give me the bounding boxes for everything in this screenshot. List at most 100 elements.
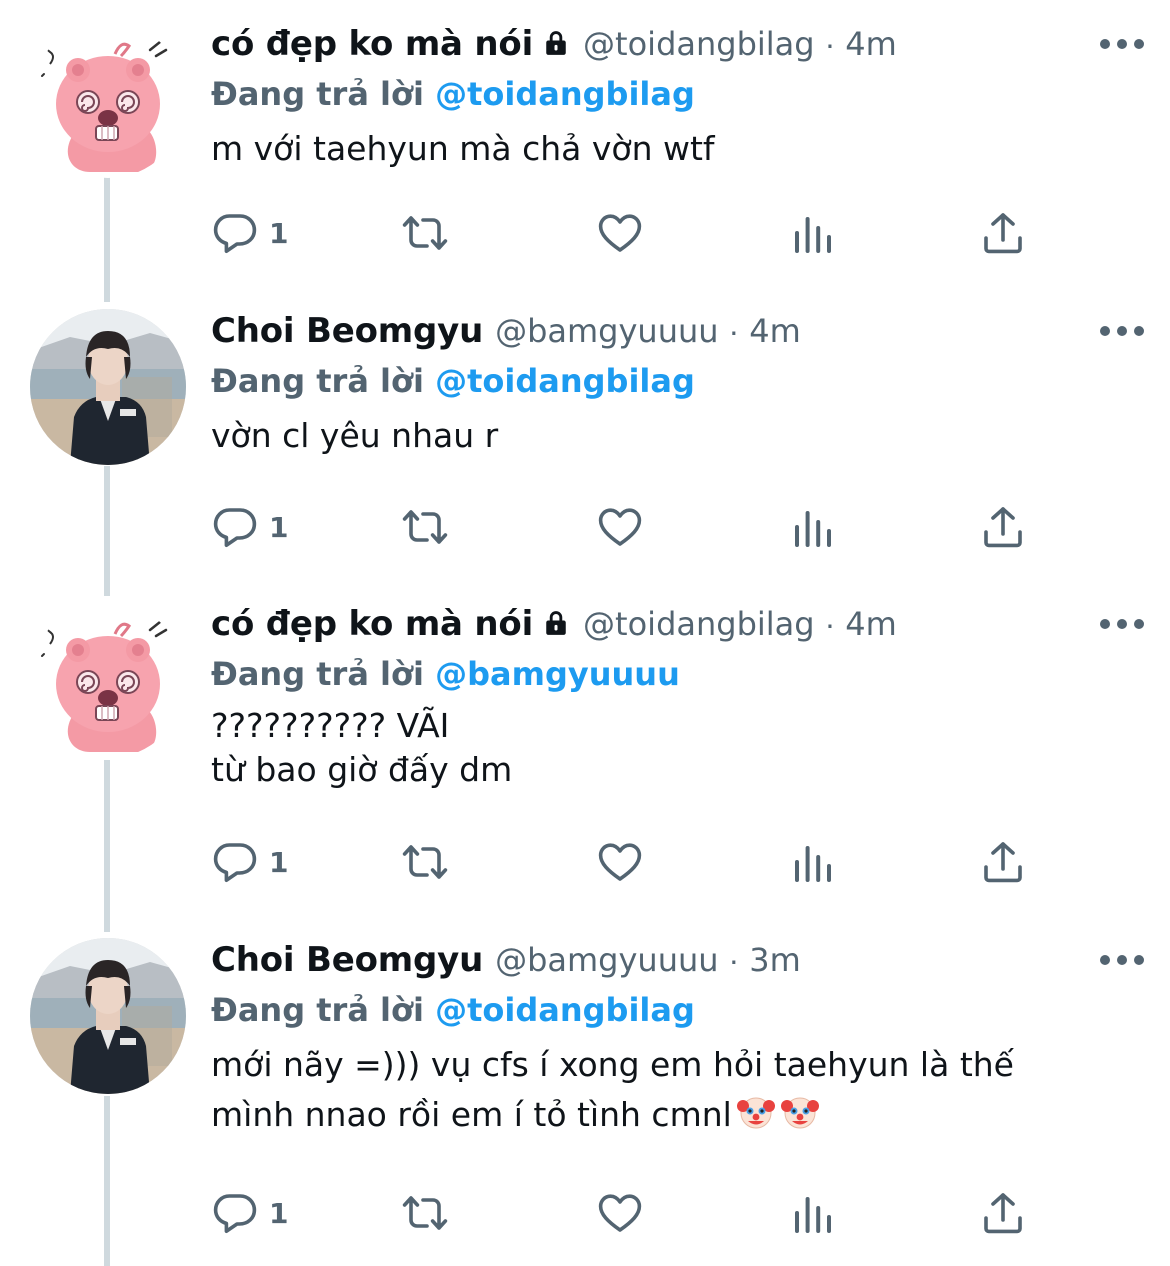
reply-button[interactable]: 1 xyxy=(211,837,288,887)
retweet-button[interactable] xyxy=(401,1188,449,1238)
analytics-button[interactable] xyxy=(789,1188,837,1238)
display-name[interactable]: có đẹp ko mà nói xyxy=(211,602,533,646)
lock-icon xyxy=(541,28,571,58)
tweet-header: Choi Beomgyu @bamgyuuuu · 4m xyxy=(211,309,1150,353)
tweet[interactable]: Choi Beomgyu @bamgyuuuu · 3m Đang trả lờ… xyxy=(0,938,1170,1258)
share-icon xyxy=(979,503,1027,551)
lock-icon xyxy=(541,608,571,638)
action-bar: 1 xyxy=(211,837,1111,887)
tweet-text-line: m với taehyun mà chả vờn wtf xyxy=(211,129,715,168)
reply-count: 1 xyxy=(269,216,289,250)
replying-to-link[interactable]: @toidangbilag xyxy=(435,991,695,1029)
share-button[interactable] xyxy=(979,208,1027,258)
replying-to-link[interactable]: @bamgyuuuu xyxy=(435,655,680,693)
analytics-icon xyxy=(789,209,837,257)
tweet-content: có đẹp ko mà nói @toidangbilag · 4m Đang… xyxy=(211,602,1150,792)
analytics-icon xyxy=(789,1189,837,1237)
reply-button[interactable]: 1 xyxy=(211,502,288,552)
timestamp[interactable]: 4m xyxy=(845,602,897,646)
action-bar: 1 xyxy=(211,1188,1111,1238)
timestamp[interactable]: 3m xyxy=(749,938,801,982)
share-icon xyxy=(979,838,1027,886)
replying-to: Đang trả lời @toidangbilag xyxy=(211,70,1150,118)
tweet-text-line-with-emoji: mình nnao rồi em í tỏ tình cmnl xyxy=(211,1090,1150,1140)
retweet-button[interactable] xyxy=(401,502,449,552)
tweet-text: m với taehyun mà chả vờn wtf xyxy=(211,124,1150,174)
replying-to: Đang trả lời @toidangbilag xyxy=(211,986,1150,1034)
reply-count: 1 xyxy=(269,510,289,544)
replying-to-link[interactable]: @toidangbilag xyxy=(435,362,695,400)
like-button[interactable] xyxy=(596,1188,644,1238)
retweet-icon xyxy=(401,503,449,551)
avatar[interactable] xyxy=(30,938,186,1094)
loopy-avatar-image xyxy=(30,22,186,178)
tweet-text-line: vờn cl yêu nhau r xyxy=(211,416,499,455)
reply-count: 1 xyxy=(269,1196,289,1230)
profile-photo-image xyxy=(30,309,186,465)
more-icon[interactable] xyxy=(1100,34,1144,54)
share-icon xyxy=(979,1189,1027,1237)
reply-icon xyxy=(211,503,259,551)
retweet-icon xyxy=(401,1189,449,1237)
tweet-text-line: từ bao giờ đấy dm xyxy=(211,750,513,789)
loopy-avatar-image xyxy=(30,602,186,758)
clown-face-emoji xyxy=(736,1092,776,1132)
tweet-text: ?????????? VÃI từ bao giờ đấy dm xyxy=(211,704,1150,792)
separator-dot: · xyxy=(728,313,740,349)
replying-label: Đang trả lời xyxy=(211,75,424,113)
avatar[interactable] xyxy=(30,22,186,178)
tweet-header: có đẹp ko mà nói @toidangbilag · 4m xyxy=(211,22,1150,66)
like-button[interactable] xyxy=(596,208,644,258)
more-icon[interactable] xyxy=(1100,321,1144,341)
more-icon[interactable] xyxy=(1100,614,1144,634)
heart-icon xyxy=(596,503,644,551)
share-button[interactable] xyxy=(979,502,1027,552)
replying-label: Đang trả lời xyxy=(211,991,424,1029)
reply-icon xyxy=(211,209,259,257)
tweet[interactable]: Choi Beomgyu @bamgyuuuu · 4m Đang trả lờ… xyxy=(0,309,1170,579)
reply-button[interactable]: 1 xyxy=(211,1188,288,1238)
like-button[interactable] xyxy=(596,837,644,887)
reply-icon xyxy=(211,1189,259,1237)
share-button[interactable] xyxy=(979,837,1027,887)
heart-icon xyxy=(596,1189,644,1237)
display-name[interactable]: Choi Beomgyu xyxy=(211,309,483,353)
action-bar: 1 xyxy=(211,502,1111,552)
analytics-button[interactable] xyxy=(789,502,837,552)
retweet-icon xyxy=(401,838,449,886)
tweet-text-line: mới nãy =))) vụ cfs í xong em hỏi taehyu… xyxy=(211,1045,1014,1084)
separator-dot: · xyxy=(824,606,836,642)
user-handle[interactable]: @bamgyuuuu xyxy=(495,938,718,982)
tweet-text: vờn cl yêu nhau r xyxy=(211,411,1150,461)
avatar[interactable] xyxy=(30,602,186,758)
analytics-button[interactable] xyxy=(789,837,837,887)
display-name[interactable]: Choi Beomgyu xyxy=(211,938,483,982)
heart-icon xyxy=(596,209,644,257)
reply-count: 1 xyxy=(269,845,289,879)
avatar[interactable] xyxy=(30,309,186,465)
share-button[interactable] xyxy=(979,1188,1027,1238)
user-handle[interactable]: @toidangbilag xyxy=(583,22,815,66)
user-handle[interactable]: @toidangbilag xyxy=(583,602,815,646)
tweet[interactable]: có đẹp ko mà nói @toidangbilag · 4m Đang… xyxy=(0,22,1170,292)
replying-to: Đang trả lời @bamgyuuuu xyxy=(211,650,1150,698)
heart-icon xyxy=(596,838,644,886)
timestamp[interactable]: 4m xyxy=(749,309,801,353)
timestamp[interactable]: 4m xyxy=(845,22,897,66)
like-button[interactable] xyxy=(596,502,644,552)
reply-button[interactable]: 1 xyxy=(211,208,288,258)
retweet-button[interactable] xyxy=(401,837,449,887)
tweet-header: có đẹp ko mà nói @toidangbilag · 4m xyxy=(211,602,1150,646)
replying-to-link[interactable]: @toidangbilag xyxy=(435,75,695,113)
tweet-text: mới nãy =))) vụ cfs í xong em hỏi taehyu… xyxy=(211,1040,1150,1140)
profile-photo-image xyxy=(30,938,186,1094)
analytics-button[interactable] xyxy=(789,208,837,258)
tweet[interactable]: có đẹp ko mà nói @toidangbilag · 4m Đang… xyxy=(0,602,1170,902)
more-icon[interactable] xyxy=(1100,950,1144,970)
share-icon xyxy=(979,209,1027,257)
tweet-header: Choi Beomgyu @bamgyuuuu · 3m xyxy=(211,938,1150,982)
analytics-icon xyxy=(789,503,837,551)
display-name[interactable]: có đẹp ko mà nói xyxy=(211,22,533,66)
retweet-button[interactable] xyxy=(401,208,449,258)
user-handle[interactable]: @bamgyuuuu xyxy=(495,309,718,353)
